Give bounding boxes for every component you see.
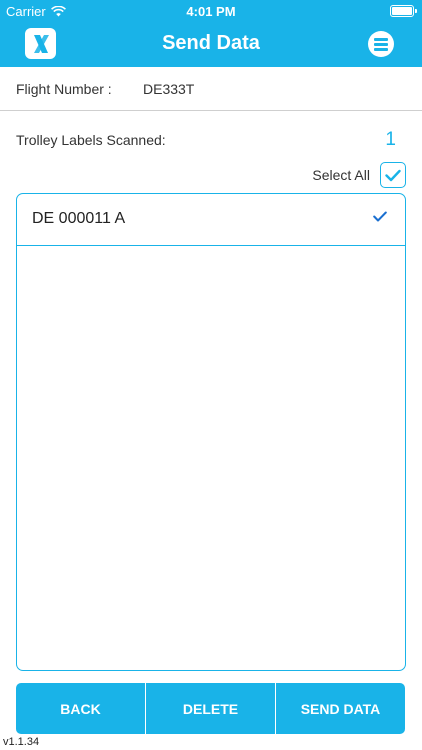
- checkmark-icon: [385, 169, 401, 181]
- action-button-bar: BACK DELETE SEND DATA: [16, 683, 405, 734]
- app-header: Carrier 4:01 PM Send Data: [0, 0, 422, 67]
- scanned-labels-list[interactable]: DE 000011 A: [16, 193, 406, 671]
- page-title: Send Data: [162, 32, 260, 54]
- status-time: 4:01 PM: [186, 4, 236, 19]
- flight-number-row: Flight Number : DE333T: [0, 67, 422, 111]
- back-button[interactable]: BACK: [16, 683, 146, 734]
- checkmark-icon: [373, 211, 387, 222]
- battery-icon: [390, 5, 417, 17]
- delete-button[interactable]: DELETE: [146, 683, 276, 734]
- version-label: v1.1.34: [3, 736, 40, 748]
- trolley-labels-scanned-label: Trolley Labels Scanned:: [16, 132, 166, 148]
- flight-number-label: Flight Number :: [16, 81, 112, 97]
- list-item[interactable]: DE 000011 A: [17, 194, 405, 246]
- label-text: DE 000011 A: [32, 210, 126, 227]
- select-all-label: Select All: [312, 167, 370, 183]
- menu-icon[interactable]: [368, 31, 394, 57]
- send-data-button[interactable]: SEND DATA: [276, 683, 405, 734]
- trolley-labels-count: 1: [385, 129, 396, 150]
- flight-number-value: DE333T: [143, 81, 195, 97]
- select-all-checkbox[interactable]: [380, 162, 406, 188]
- nav-bar: Send Data: [0, 22, 422, 67]
- status-bar: Carrier 4:01 PM: [0, 0, 422, 22]
